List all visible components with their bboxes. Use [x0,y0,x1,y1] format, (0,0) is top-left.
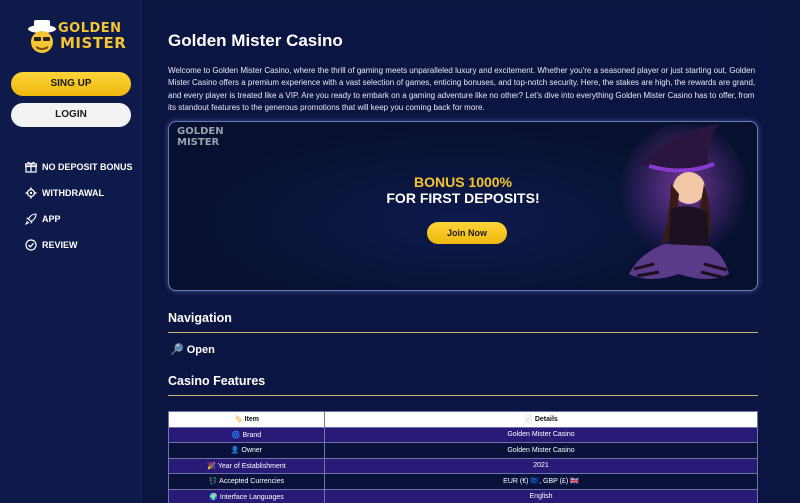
banner-logo-line1: GOLDEN [177,126,224,137]
table-cell: 💱 Accepted Currencies [168,473,325,490]
signup-button[interactable]: SING UP [11,72,131,96]
login-button[interactable]: LOGIN [11,103,131,127]
sidebar-item-label: APP [42,214,61,224]
table-cell: 2021 [324,457,758,474]
logo-text: GOLDEN MISTER [58,22,127,52]
rocket-icon [24,212,38,226]
main-content: Golden Mister Casino Welcome to Golden M… [156,5,770,503]
table-cell: 👤 Owner [168,442,325,459]
table-header-row: 🏷️ Item 📄 Details [168,411,758,428]
intro-paragraph: Welcome to Golden Mister Casino, where t… [168,66,756,113]
toc-open-toggle[interactable]: 🔎 Open [170,343,215,356]
sidebar-item-review[interactable]: REVIEW [24,232,133,258]
sidebar-item-app[interactable]: APP [24,206,133,232]
table-row: 👤 Owner Golden Mister Casino [168,442,758,459]
table-header-details: 📄 Details [324,411,758,428]
check-circle-icon [24,238,38,252]
join-now-button[interactable]: Join Now [427,222,507,244]
table-cell: 🌀 Brand [168,426,325,443]
table-row: 🎉 Year of Establishment 2021 [168,457,758,474]
table-row: 💱 Accepted Currencies EUR (€) 🇪🇺, GBP (£… [168,473,758,490]
banner-logo-line2: MISTER [177,137,220,148]
table-row: 🌍 Interface Languages English [168,488,758,503]
table-row: 🌀 Brand Golden Mister Casino [168,426,758,443]
table-header-item: 🏷️ Item [168,411,325,428]
page-title: Golden Mister Casino [168,31,343,50]
banner-logo: GOLDEN MISTER [177,126,224,148]
table-cell: Golden Mister Casino [324,426,758,443]
witch-illustration [619,124,749,280]
gift-icon [24,160,38,174]
divider [168,395,758,396]
features-table: 🏷️ Item 📄 Details 🌀 Brand Golden Mister … [168,411,758,503]
sidebar-item-no-deposit-bonus[interactable]: NO DEPOSIT BONUS [24,154,133,180]
table-cell: 🌍 Interface Languages [168,488,325,503]
table-cell: EUR (€) 🇪🇺, GBP (£) 🇬🇧 [324,473,758,490]
navigation-heading: Navigation [168,311,232,325]
site-logo[interactable]: GOLDEN MISTER [28,18,126,58]
logo-line2: MISTER [60,34,127,52]
table-cell: 🎉 Year of Establishment [168,457,325,474]
table-cell: Golden Mister Casino [324,442,758,459]
sidebar-item-withdrawal[interactable]: WITHDRAWAL [24,180,133,206]
sidebar: GOLDEN MISTER SING UP LOGIN NO DEPOSIT B… [0,0,142,503]
sidebar-nav: NO DEPOSIT BONUS WITHDRAWAL APP REVIEW [24,154,133,258]
sidebar-item-label: WITHDRAWAL [42,188,104,198]
promo-banner[interactable]: GOLDEN MISTER BONUS 1000% FOR FIRST DEPO… [168,121,758,291]
mascot-icon [28,20,56,53]
sidebar-item-label: REVIEW [42,240,78,250]
divider [168,332,758,333]
table-cell: English [324,488,758,503]
features-heading: Casino Features [168,374,266,388]
sidebar-item-label: NO DEPOSIT BONUS [42,162,133,172]
gear-icon [24,186,38,200]
